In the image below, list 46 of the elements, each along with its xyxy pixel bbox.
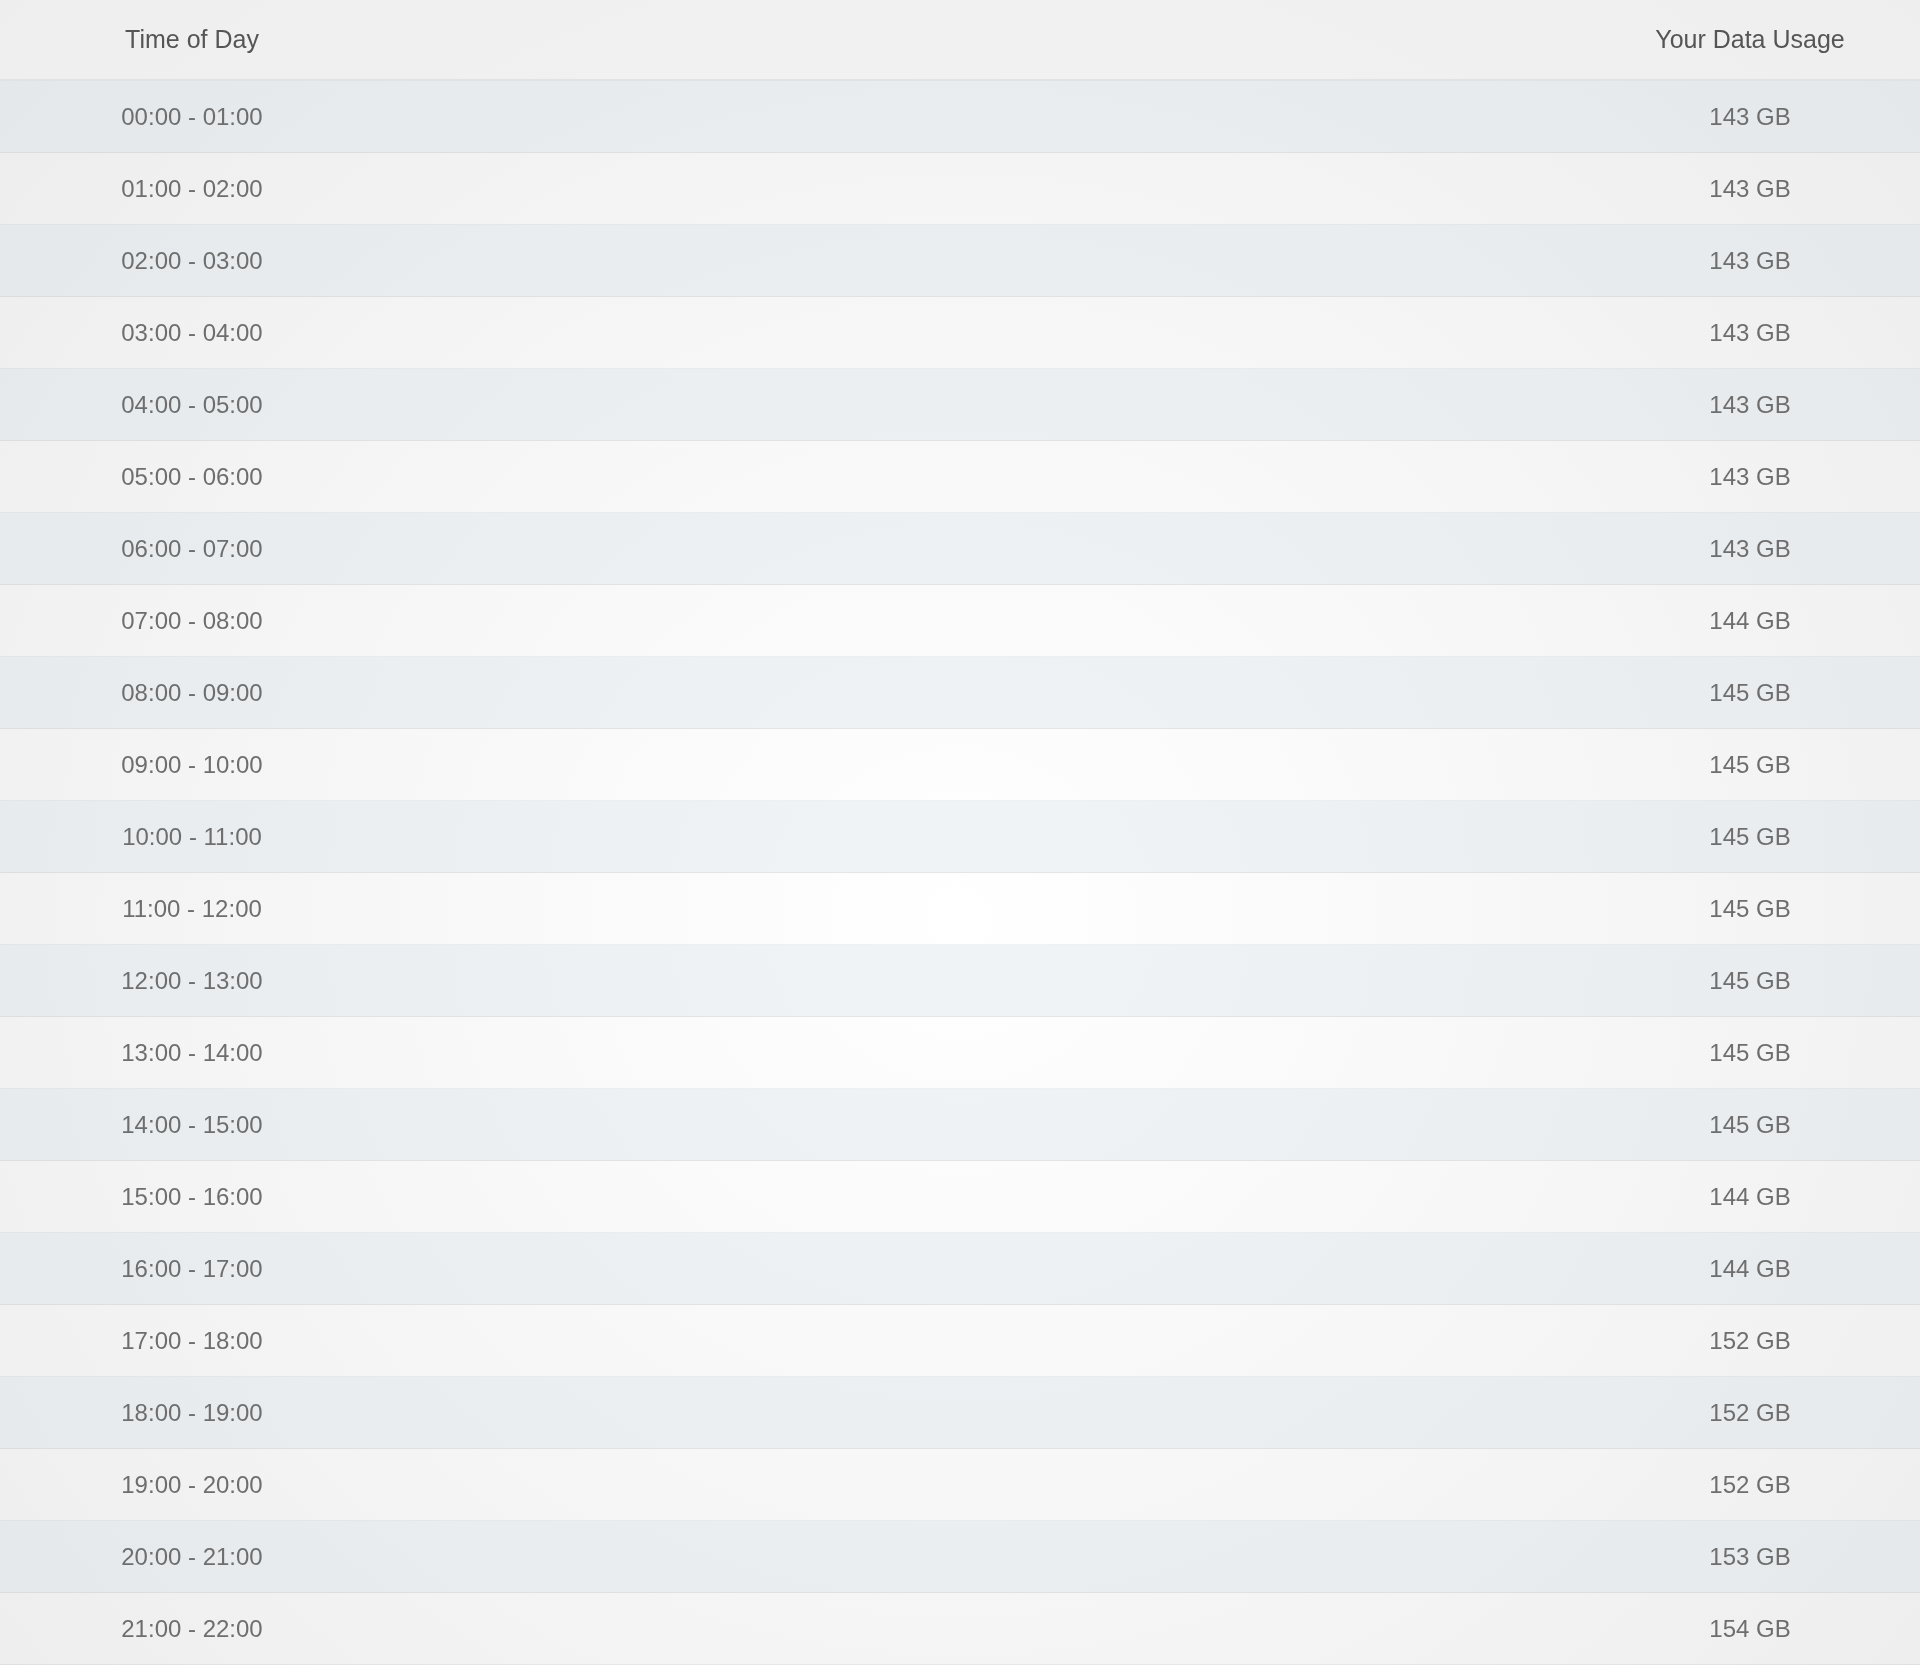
table-cell: 02:00 - 03:00 <box>121 246 263 275</box>
table-cell: 144 GB <box>1709 1254 1791 1283</box>
table-cell: 18:00 - 19:00 <box>121 1398 263 1427</box>
table-cell: 152 GB <box>1709 1470 1791 1499</box>
table-cell: 145 GB <box>1709 678 1791 707</box>
table-cell: 06:00 - 07:00 <box>121 534 263 563</box>
table-cell: 05:00 - 06:00 <box>121 462 263 491</box>
column-header: Time of Day <box>125 25 259 54</box>
table-cell: 00:00 - 01:00 <box>121 102 263 131</box>
table-cell: 14:00 - 15:00 <box>121 1110 263 1139</box>
table-cell: 143 GB <box>1709 318 1791 347</box>
table-cell: 145 GB <box>1709 750 1791 779</box>
table-cell: 143 GB <box>1709 534 1791 563</box>
table-cell: 15:00 - 16:00 <box>121 1182 263 1211</box>
table-cell: 19:00 - 20:00 <box>121 1470 263 1499</box>
table-cell: 20:00 - 21:00 <box>121 1542 263 1571</box>
table-cell: 152 GB <box>1709 1326 1791 1355</box>
column-header: Your Data Usage <box>1655 25 1845 54</box>
table-cell: 143 GB <box>1709 246 1791 275</box>
table-cell: 144 GB <box>1709 1182 1791 1211</box>
table-cell: 01:00 - 02:00 <box>121 174 263 203</box>
table-cell: 145 GB <box>1709 966 1791 995</box>
table-cell: 143 GB <box>1709 390 1791 419</box>
table-cell: 09:00 - 10:00 <box>121 750 263 779</box>
table-cell: 153 GB <box>1709 1542 1791 1571</box>
table-cell: 143 GB <box>1709 462 1791 491</box>
table-cell: 11:00 - 12:00 <box>122 894 262 923</box>
table-cell: 143 GB <box>1709 174 1791 203</box>
table-cell: 17:00 - 18:00 <box>121 1326 263 1355</box>
table-cell: 10:00 - 11:00 <box>122 822 262 851</box>
table-cell: 21:00 - 22:00 <box>121 1614 263 1643</box>
table-cell: 16:00 - 17:00 <box>121 1254 263 1283</box>
table-cell: 152 GB <box>1709 1398 1791 1427</box>
table-cell: 154 GB <box>1709 1614 1791 1643</box>
table-cell: 143 GB <box>1709 102 1791 131</box>
table-cell: 145 GB <box>1709 1110 1791 1139</box>
table-cell: 145 GB <box>1709 822 1791 851</box>
table-cell: 04:00 - 05:00 <box>121 390 263 419</box>
table-cell: 145 GB <box>1709 894 1791 923</box>
table-cell: 03:00 - 04:00 <box>121 318 263 347</box>
table-cell: 07:00 - 08:00 <box>121 606 263 635</box>
table-cell: 145 GB <box>1709 1038 1791 1067</box>
table-cell: 144 GB <box>1709 606 1791 635</box>
table-cell: 13:00 - 14:00 <box>121 1038 263 1067</box>
table-cell: 12:00 - 13:00 <box>121 966 263 995</box>
table-cell: 08:00 - 09:00 <box>121 678 263 707</box>
